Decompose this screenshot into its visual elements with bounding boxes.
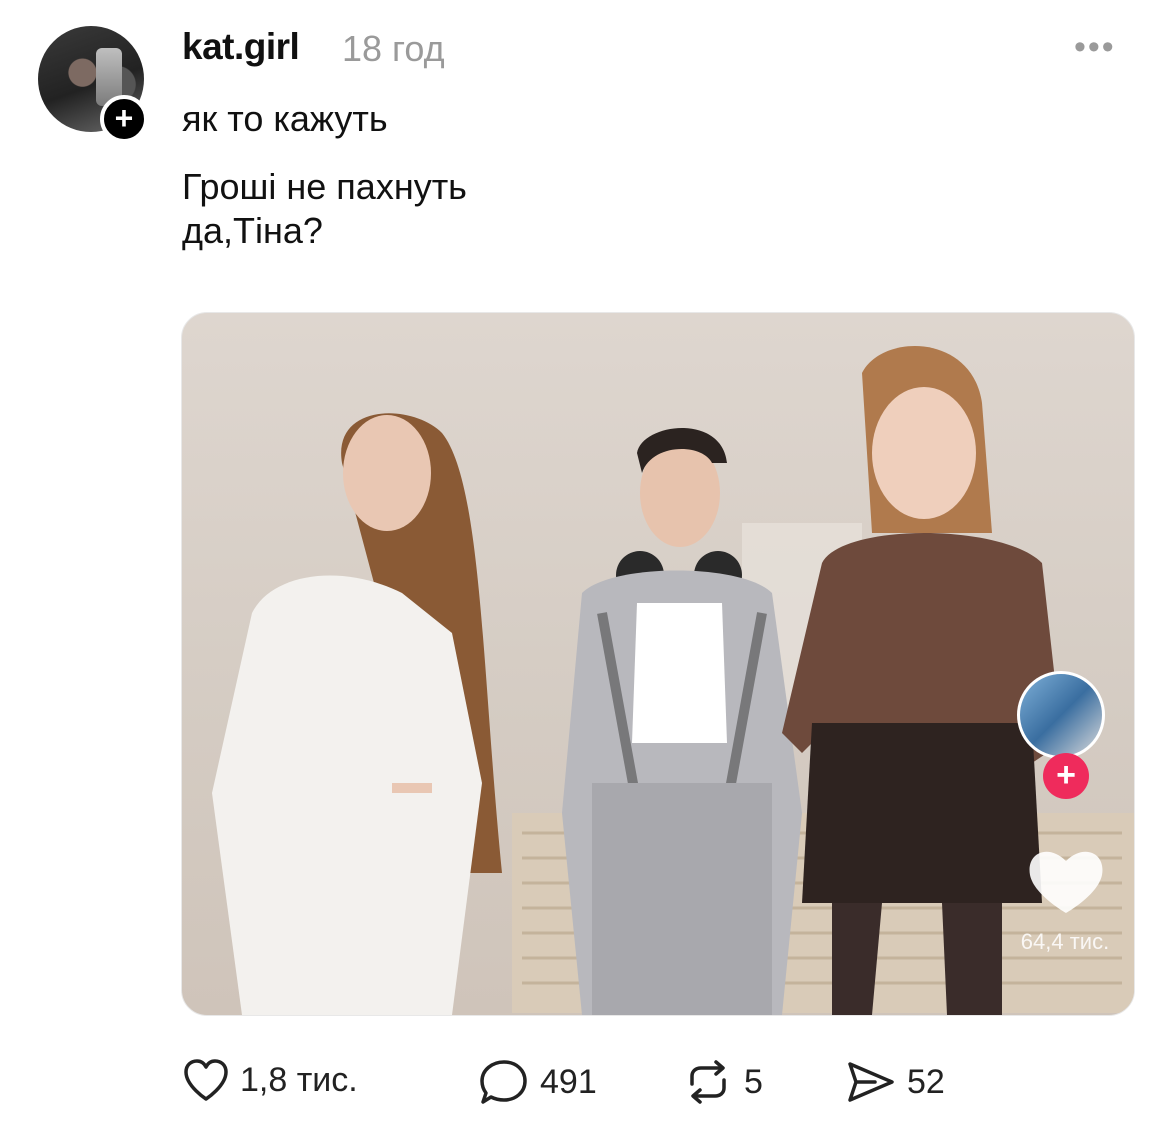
share-button[interactable]: 52	[845, 1058, 945, 1106]
more-options-button[interactable]: •••	[1074, 28, 1116, 67]
share-count: 52	[907, 1062, 945, 1101]
creator-follow-button[interactable]: +	[1043, 753, 1089, 799]
follow-button[interactable]: +	[100, 95, 148, 143]
like-button[interactable]: 1,8 тис.	[182, 1058, 358, 1102]
post-text-line-1: як то кажуть	[182, 98, 388, 139]
creator-avatar[interactable]	[1017, 671, 1105, 759]
plus-icon: +	[114, 100, 134, 136]
post-text-line-3: да,Тіна?	[182, 210, 323, 251]
like-count: 1,8 тис.	[240, 1060, 358, 1099]
heart-icon	[184, 1059, 228, 1101]
comment-icon	[480, 1060, 527, 1104]
username[interactable]: kat.girl	[182, 26, 300, 68]
comment-count: 491	[540, 1062, 597, 1101]
overlay-like-count: 64,4 тис.	[1020, 929, 1110, 954]
post-image[interactable]: + 64,4 тис.	[181, 312, 1135, 1016]
repost-icon	[690, 1060, 726, 1104]
repost-button[interactable]: 5	[682, 1058, 763, 1106]
photo-illustration	[212, 345, 1134, 1015]
ellipsis-icon: •••	[1074, 28, 1116, 66]
post-time: 18 год	[342, 28, 445, 69]
plus-icon: +	[1056, 756, 1076, 794]
repost-count: 5	[744, 1062, 763, 1101]
post-text-line-2: Гроші не пахнуть	[182, 166, 467, 207]
action-bar: 1,8 тис. 491 5 52	[0, 1058, 1170, 1114]
comment-button[interactable]: 491	[478, 1058, 597, 1106]
share-icon	[848, 1062, 894, 1102]
